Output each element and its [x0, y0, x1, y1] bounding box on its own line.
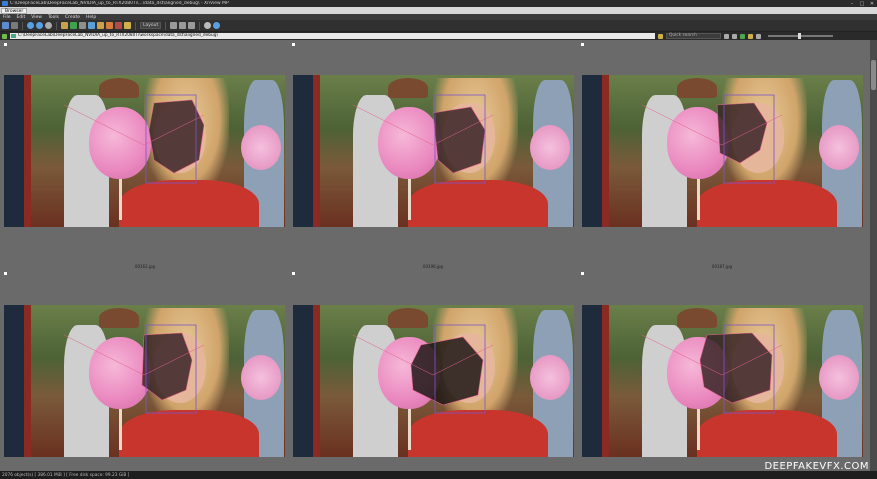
- scrollbar-thumb[interactable]: [871, 60, 876, 90]
- toolbar-separator: [165, 21, 167, 30]
- watermark-text: DEEPFAKEVFX.COM: [764, 461, 869, 472]
- toolbar-separator: [56, 21, 57, 30]
- layout-dropdown[interactable]: Layout: [140, 22, 162, 29]
- copy-icon[interactable]: [97, 22, 104, 29]
- grid-marker: [292, 272, 295, 275]
- tab-browser[interactable]: Browser: [1, 7, 28, 14]
- slider-handle[interactable]: [798, 33, 801, 39]
- tag-icon[interactable]: [740, 33, 745, 39]
- filter-icon[interactable]: [188, 22, 196, 29]
- thumbnail-image[interactable]: [293, 75, 574, 227]
- rotate-icon[interactable]: [115, 22, 122, 29]
- menu-help[interactable]: Help: [86, 15, 96, 20]
- grid-marker: [581, 43, 584, 46]
- help-icon[interactable]: [213, 22, 221, 29]
- path-text: C:\DeepFaceLab\DeepFaceLab_NVIDIA_up_to_…: [18, 33, 218, 38]
- add-icon[interactable]: [70, 22, 77, 29]
- face-mask: [432, 106, 486, 174]
- menu-file[interactable]: File: [3, 15, 11, 20]
- rating-icon[interactable]: [748, 33, 753, 39]
- landmark-overlay: [352, 94, 494, 184]
- thumbnail-image[interactable]: [293, 305, 574, 457]
- path-field[interactable]: C:\DeepFaceLab\DeepFaceLab_NVIDIA_up_to_…: [10, 33, 655, 39]
- menu-create[interactable]: Create: [65, 15, 80, 20]
- thumbnail-image[interactable]: [582, 305, 863, 457]
- filter-icon[interactable]: [756, 33, 761, 39]
- nav-icon[interactable]: [732, 33, 737, 39]
- thumbnail-caption: 00187.jpg: [711, 264, 733, 269]
- viewer-icon[interactable]: [11, 22, 18, 29]
- star-icon[interactable]: [124, 22, 131, 29]
- settings-icon[interactable]: [204, 22, 212, 29]
- up-folder-icon[interactable]: [2, 33, 7, 39]
- nav-icon[interactable]: [724, 33, 729, 39]
- forward-icon[interactable]: [36, 22, 43, 29]
- grid-marker: [4, 272, 7, 275]
- back-icon[interactable]: [27, 22, 34, 29]
- grid-marker: [4, 43, 7, 46]
- title-bar: C:\DeepFaceLab\DeepFaceLab_NVIDIA_up_to_…: [0, 0, 877, 7]
- folder-icon: [11, 34, 16, 38]
- convert-icon[interactable]: [106, 22, 113, 29]
- vertical-scrollbar[interactable]: [870, 40, 877, 471]
- maximize-button[interactable]: □: [857, 0, 867, 7]
- menu-tools[interactable]: Tools: [48, 15, 59, 20]
- thumbnail-caption: 00162.jpg: [134, 264, 156, 269]
- thumbnail-image[interactable]: [582, 75, 863, 227]
- landmark-overlay: [63, 324, 205, 414]
- app-icon: [2, 1, 8, 6]
- face-mask: [141, 332, 193, 401]
- toolbar-separator: [22, 21, 23, 30]
- toolbar-separator: [199, 21, 201, 30]
- menu-edit[interactable]: Edit: [17, 15, 26, 20]
- menu-view[interactable]: View: [31, 15, 42, 20]
- face-mask: [410, 336, 484, 406]
- thumbnail-image[interactable]: [4, 75, 285, 227]
- print-icon[interactable]: [79, 22, 86, 29]
- thumbnail-caption: 00196.jpg: [422, 264, 444, 269]
- grid-marker: [581, 272, 584, 275]
- landmark-overlay: [63, 94, 205, 184]
- grid-marker: [292, 43, 295, 46]
- refresh-icon[interactable]: [45, 22, 52, 29]
- favorite-icon[interactable]: [658, 33, 663, 39]
- toolbar-separator: [135, 21, 136, 30]
- view-mode-icon[interactable]: [170, 22, 178, 29]
- tab-strip: Browser: [0, 7, 877, 14]
- main-toolbar: Layout: [0, 20, 877, 32]
- close-button[interactable]: ✕: [867, 0, 877, 7]
- save-icon[interactable]: [88, 22, 95, 29]
- landmark-overlay: [641, 324, 783, 414]
- status-text: 2076 object(s) [ 386.01 MiB ] [ Free dis…: [2, 472, 130, 478]
- status-bar: 2076 object(s) [ 386.01 MiB ] [ Free dis…: [0, 471, 877, 479]
- window-title: C:\DeepFaceLab\DeepFaceLab_NVIDIA_up_to_…: [10, 1, 229, 6]
- browser-icon[interactable]: [2, 22, 9, 29]
- landmark-overlay: [352, 324, 494, 414]
- minimize-button[interactable]: –: [847, 0, 857, 7]
- thumbnail-image[interactable]: [4, 305, 285, 457]
- thumbnail-grid: 00162.jpg 00196.jpg 00187.jpg: [0, 40, 870, 471]
- face-mask: [716, 102, 768, 164]
- landmark-overlay: [641, 94, 783, 184]
- thumbnail-size-slider[interactable]: [768, 33, 833, 39]
- folder-icon[interactable]: [61, 22, 68, 29]
- search-input[interactable]: Quick search: [666, 33, 721, 39]
- sort-icon[interactable]: [179, 22, 187, 29]
- path-bar: C:\DeepFaceLab\DeepFaceLab_NVIDIA_up_to_…: [0, 32, 877, 40]
